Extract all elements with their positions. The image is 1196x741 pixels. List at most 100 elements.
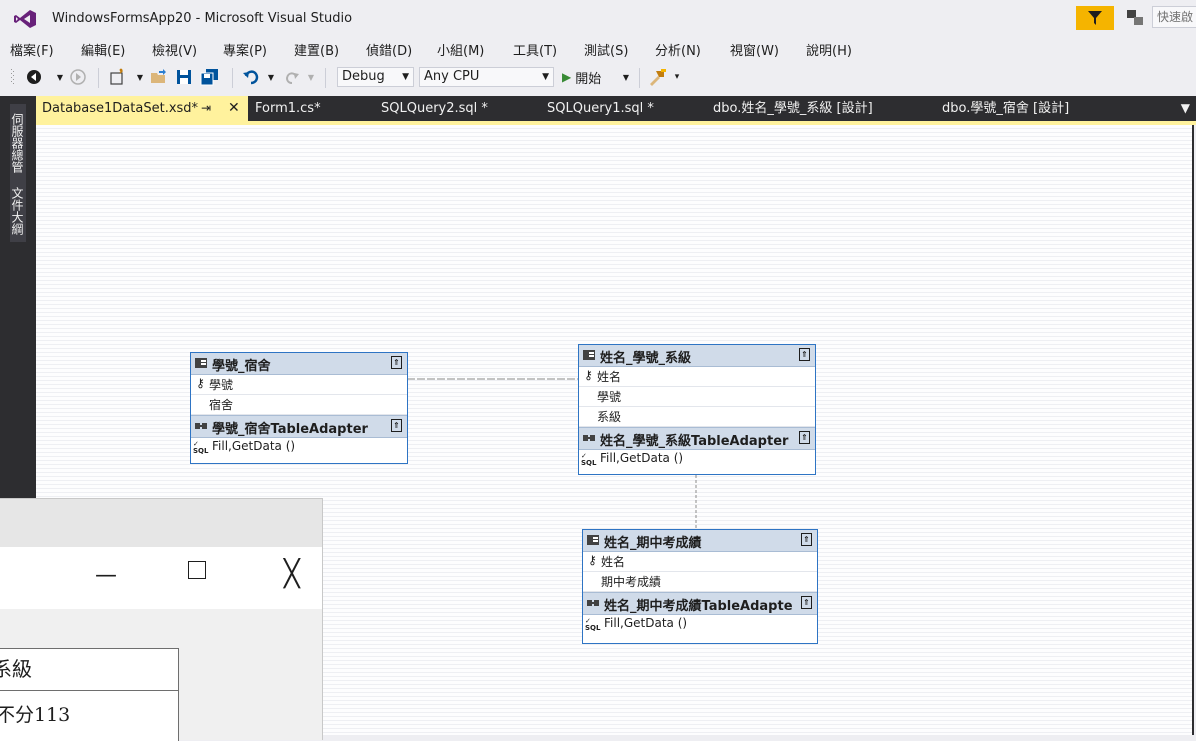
window-title: WindowsFormsApp20 - Microsoft Visual Stu…	[52, 11, 353, 26]
tab-sqlquery1[interactable]: SQLQuery1.sql *	[547, 96, 654, 121]
menu-project[interactable]: 專案(P)	[223, 40, 267, 59]
toolbar-separator	[98, 68, 99, 88]
toolbar-separator	[639, 68, 640, 88]
save-icon[interactable]	[176, 68, 192, 86]
tableadapter-name: 姓名_期中考成績TableAdapte	[604, 599, 793, 614]
form-title-bar[interactable]	[0, 499, 322, 547]
column-name: 期中考成績	[601, 575, 662, 589]
collapse-icon[interactable]: ⇑	[799, 348, 810, 361]
column-row[interactable]: ⚷ 姓名	[583, 552, 817, 572]
tab-name-id-class-design[interactable]: dbo.姓名_學號_系級 [設計]	[713, 96, 873, 121]
tableadapter-name: 學號_宿舍TableAdapter	[212, 422, 368, 437]
column-name: 姓名	[597, 370, 622, 384]
datatable-name-id-class[interactable]: 姓名_學號_系級 ⇑ ⚷ 姓名 學號 系級 姓名_學號_系級TableAdapte…	[578, 344, 816, 475]
start-button[interactable]: ▶ 開始	[562, 68, 616, 87]
datatable-header[interactable]: 姓名_學號_系級 ⇑	[579, 345, 815, 367]
quick-launch-input[interactable]: 快速啟	[1152, 6, 1196, 28]
collapse-icon[interactable]: ⇑	[801, 596, 812, 609]
navigate-forward-icon[interactable]	[70, 68, 86, 86]
sql-query-icon: ✓ SQL	[585, 617, 601, 632]
menu-test[interactable]: 測試(S)	[584, 40, 628, 59]
tab-database1dataset-xsd[interactable]: Database1DataSet.xsd* ⇥ ✕	[36, 96, 248, 121]
minimize-icon[interactable]: —	[95, 563, 117, 588]
close-icon[interactable]: ╳	[284, 559, 300, 589]
solution-platform-value: Any CPU	[424, 69, 480, 84]
navigate-back-icon[interactable]	[26, 68, 42, 86]
query-row[interactable]: ✓ SQL Fill,GetData ()	[583, 615, 817, 634]
primary-key-icon: ⚷	[196, 376, 205, 390]
tab-id-dorm-design[interactable]: dbo.學號_宿舍 [設計]	[942, 96, 1069, 121]
tableadapter-icon	[583, 435, 595, 441]
toolbar-grip-icon	[11, 69, 14, 84]
menu-window[interactable]: 視窗(W)	[730, 40, 779, 59]
primary-key-icon: ⚷	[588, 553, 597, 567]
start-label: 開始	[575, 71, 602, 87]
menu-debug[interactable]: 偵錯(D)	[366, 40, 412, 59]
play-icon: ▶	[562, 70, 572, 84]
data-grid-view[interactable]: 系級 不分113	[0, 648, 179, 741]
form1-window[interactable]: — ╳ 系級 不分113	[0, 498, 323, 741]
column-row[interactable]: ⚷ 學號	[191, 375, 407, 395]
menu-help[interactable]: 說明(H)	[806, 40, 852, 59]
datatable-name: 姓名_期中考成績	[604, 536, 702, 551]
tableadapter-header[interactable]: 姓名_學號_系級TableAdapter ⇑	[579, 427, 815, 450]
undo-dropdown-icon[interactable]: ▼	[267, 68, 275, 86]
collapse-icon[interactable]: ⇑	[391, 356, 402, 369]
menu-edit[interactable]: 編輯(E)	[81, 40, 125, 59]
datatable-header[interactable]: 學號_宿舍 ⇑	[191, 353, 407, 375]
open-folder-icon[interactable]	[150, 68, 168, 86]
maximize-icon[interactable]	[188, 561, 206, 579]
save-all-icon[interactable]	[200, 68, 220, 86]
query-row[interactable]: ✓ SQL Fill,GetData ()	[191, 438, 407, 457]
account-icon[interactable]	[1124, 8, 1146, 28]
column-name: 宿舍	[209, 398, 234, 412]
datatable-header[interactable]: 姓名_期中考成績 ⇑	[583, 530, 817, 552]
browser-link-icon[interactable]	[648, 68, 668, 86]
solution-configuration-value: Debug	[342, 69, 385, 84]
column-row[interactable]: 學號	[579, 387, 815, 407]
start-dropdown-icon[interactable]: ▼	[622, 68, 630, 86]
tableadapter-header[interactable]: 學號_宿舍TableAdapter ⇑	[191, 415, 407, 438]
menu-analyze[interactable]: 分析(N)	[655, 40, 701, 59]
menu-view[interactable]: 檢視(V)	[152, 40, 197, 59]
query-row[interactable]: ✓ SQL Fill,GetData ()	[579, 450, 815, 469]
server-explorer-tab[interactable]: 伺服器總管	[10, 104, 26, 182]
notification-filter-button[interactable]	[1076, 6, 1114, 30]
redo-dropdown-icon[interactable]: ▼	[307, 68, 315, 86]
pin-icon[interactable]: ⇥	[201, 96, 211, 121]
datatable-id-dorm[interactable]: 學號_宿舍 ⇑ ⚷ 學號 宿舍 學號_宿舍TableAdapter ⇑ ✓ SQL F…	[190, 352, 408, 464]
redo-icon[interactable]	[284, 68, 300, 86]
close-icon[interactable]: ✕	[228, 96, 240, 121]
collapse-icon[interactable]: ⇑	[801, 533, 812, 546]
menu-build[interactable]: 建置(B)	[294, 40, 339, 59]
column-row[interactable]: 期中考成績	[583, 572, 817, 592]
back-dropdown-icon[interactable]: ▼	[56, 68, 64, 86]
grid-cell[interactable]: 不分113	[0, 691, 178, 739]
tab-form1-cs[interactable]: Form1.cs*	[255, 96, 321, 121]
tableadapter-name: 姓名_學號_系級TableAdapter	[600, 434, 789, 449]
solution-platform-combo[interactable]: Any CPU ▼	[419, 67, 554, 87]
tab-sqlquery2[interactable]: SQLQuery2.sql *	[381, 96, 488, 121]
new-project-icon[interactable]	[108, 68, 126, 86]
solution-configuration-combo[interactable]: Debug ▼	[337, 67, 414, 87]
collapse-icon[interactable]: ⇑	[391, 419, 402, 432]
toolbar-separator	[325, 68, 326, 88]
menu-team[interactable]: 小組(M)	[437, 40, 484, 59]
query-name: Fill,GetData ()	[600, 451, 684, 465]
column-row[interactable]: 系級	[579, 407, 815, 427]
primary-key-icon: ⚷	[584, 368, 593, 382]
tab-overflow-icon[interactable]: ▼	[1181, 96, 1190, 121]
grid-column-header[interactable]: 系級	[0, 649, 178, 691]
undo-icon[interactable]	[242, 68, 260, 86]
menu-bar: 檔案(F) 編輯(E) 檢視(V) 專案(P) 建置(B) 偵錯(D) 小組(M…	[0, 36, 1196, 60]
tableadapter-header[interactable]: 姓名_期中考成績TableAdapte ⇑	[583, 592, 817, 615]
column-row[interactable]: ⚷ 姓名	[579, 367, 815, 387]
document-outline-tab[interactable]: 文件大綱	[10, 180, 26, 242]
new-dropdown-icon[interactable]: ▼	[136, 68, 144, 86]
column-row[interactable]: 宿舍	[191, 395, 407, 415]
toolbar-overflow-icon[interactable]: ▾	[672, 68, 682, 86]
datatable-name-midterm[interactable]: 姓名_期中考成績 ⇑ ⚷ 姓名 期中考成績 姓名_期中考成績TableAdapte…	[582, 529, 818, 644]
collapse-icon[interactable]: ⇑	[799, 431, 810, 444]
menu-file[interactable]: 檔案(F)	[10, 40, 54, 59]
menu-tools[interactable]: 工具(T)	[513, 40, 557, 59]
